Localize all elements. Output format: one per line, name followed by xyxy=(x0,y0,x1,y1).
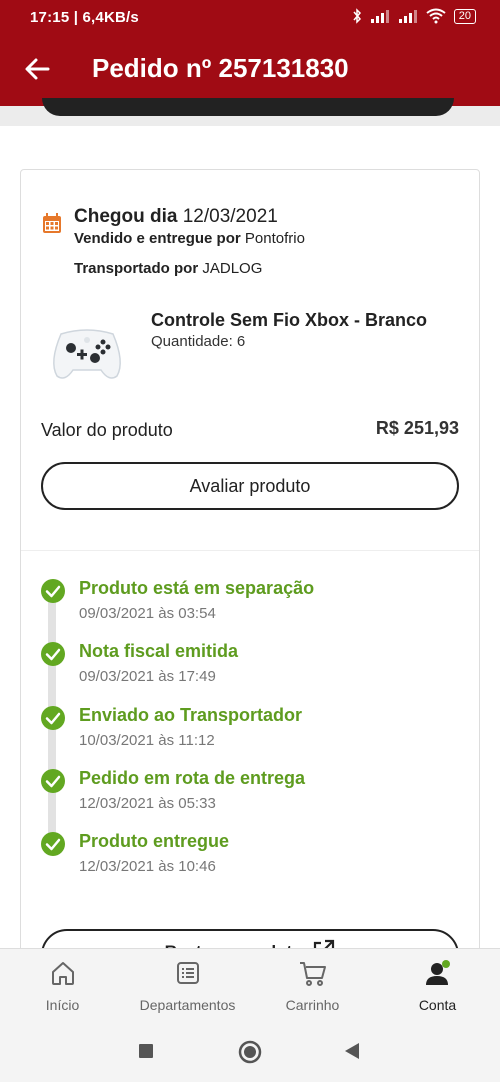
timeline-step-title: Produto entregue xyxy=(79,831,230,851)
back-triangle-icon[interactable] xyxy=(343,1042,361,1060)
hidden-button-edge xyxy=(42,98,454,116)
timeline-step-date: 12/03/2021 às 05:33 xyxy=(79,795,216,812)
timeline-step: Nota fiscal emitida 09/03/2021 às 17:49 xyxy=(41,641,461,695)
product-name[interactable]: Controle Sem Fio Xbox - Branco xyxy=(151,310,427,331)
timeline-step-title: Pedido em rota de entrega xyxy=(79,768,306,788)
page-title: Pedido nº 257131830 xyxy=(92,53,349,83)
timeline-step-date: 09/03/2021 às 17:49 xyxy=(79,668,216,685)
calendar-icon xyxy=(43,213,61,233)
timeline-step: Produto entregue 12/03/2021 às 10:46 xyxy=(41,831,461,885)
timeline-step-date: 12/03/2021 às 10:46 xyxy=(79,858,216,875)
nav-item-conta[interactable]: Conta xyxy=(375,949,500,1024)
check-icon xyxy=(41,706,65,730)
scroll-strip xyxy=(0,98,500,126)
timeline-step-title: Enviado ao Transportador xyxy=(79,705,303,725)
divider xyxy=(21,550,479,551)
order-card: Chegou dia 12/03/2021 Vendido e entregue… xyxy=(20,169,480,993)
timeline-step-title: Nota fiscal emitida xyxy=(79,641,239,661)
signal-icon xyxy=(398,10,417,23)
timeline-step-title: Produto está em separação xyxy=(79,578,315,598)
nav-label: Departamentos xyxy=(139,997,236,1013)
check-icon xyxy=(41,642,65,666)
carrier-info: Transportado por JADLOG xyxy=(74,260,262,277)
arrival-date: 12/03/2021 xyxy=(182,206,278,227)
carrier-name: JADLOG xyxy=(202,260,263,277)
home-icon xyxy=(51,962,74,985)
arrival-info: Chegou dia 12/03/2021 xyxy=(74,206,278,228)
nav-item-carrinho[interactable]: Carrinho xyxy=(250,949,375,1024)
battery-icon: 20 xyxy=(453,8,476,24)
signal-icon xyxy=(370,10,389,23)
timeline-step-date: 10/03/2021 às 11:12 xyxy=(79,732,215,749)
product-value-label: Valor do produto xyxy=(41,420,173,440)
system-nav-bar xyxy=(0,1023,500,1082)
product-quantity: Quantidade: 6 xyxy=(151,333,246,350)
check-icon xyxy=(41,769,65,793)
check-icon xyxy=(41,832,65,856)
product-value: R$ 251,93 xyxy=(375,418,459,438)
arrival-label: Chegou dia xyxy=(74,206,178,227)
bluetooth-icon xyxy=(353,8,361,24)
product-image xyxy=(53,329,121,379)
bottom-nav: Início Departamentos Carrinho Conta xyxy=(0,948,500,1024)
status-time-speed: 17:15 | 6,4KB/s xyxy=(30,9,139,26)
status-icons: 20 xyxy=(352,8,476,24)
check-icon xyxy=(41,579,65,603)
timeline-step: Produto está em separação 09/03/2021 às … xyxy=(41,578,461,632)
back-arrow-icon[interactable] xyxy=(22,54,52,84)
seller-label: Vendido e entregue por xyxy=(74,230,241,247)
carrier-label: Transportado por xyxy=(74,260,199,277)
nav-item-departamentos[interactable]: Departamentos xyxy=(125,949,250,1024)
rate-product-button[interactable]: Avaliar produto xyxy=(41,462,459,510)
recent-apps-icon[interactable] xyxy=(138,1043,154,1059)
timeline-step-date: 09/03/2021 às 03:54 xyxy=(79,605,216,622)
wifi-icon xyxy=(426,8,446,24)
status-bar: 17:15 | 6,4KB/s 20 xyxy=(0,0,500,34)
nav-label: Carrinho xyxy=(285,997,340,1013)
timeline-step: Enviado ao Transportador 10/03/2021 às 1… xyxy=(41,705,461,759)
account-icon xyxy=(425,960,450,985)
nav-item-inicio[interactable]: Início xyxy=(0,949,125,1024)
seller-name: Pontofrio xyxy=(244,230,305,247)
home-circle-icon[interactable] xyxy=(238,1040,262,1064)
cart-icon xyxy=(299,962,326,986)
list-icon xyxy=(176,962,199,984)
app-bar: Pedido nº 257131830 xyxy=(0,34,500,106)
nav-label: Início xyxy=(45,997,80,1013)
order-sheet: Chegou dia 12/03/2021 Vendido e entregue… xyxy=(0,126,500,993)
nav-label: Conta xyxy=(418,997,457,1013)
timeline-step: Pedido em rota de entrega 12/03/2021 às … xyxy=(41,768,461,822)
seller-info: Vendido e entregue por Pontofrio xyxy=(74,230,305,247)
